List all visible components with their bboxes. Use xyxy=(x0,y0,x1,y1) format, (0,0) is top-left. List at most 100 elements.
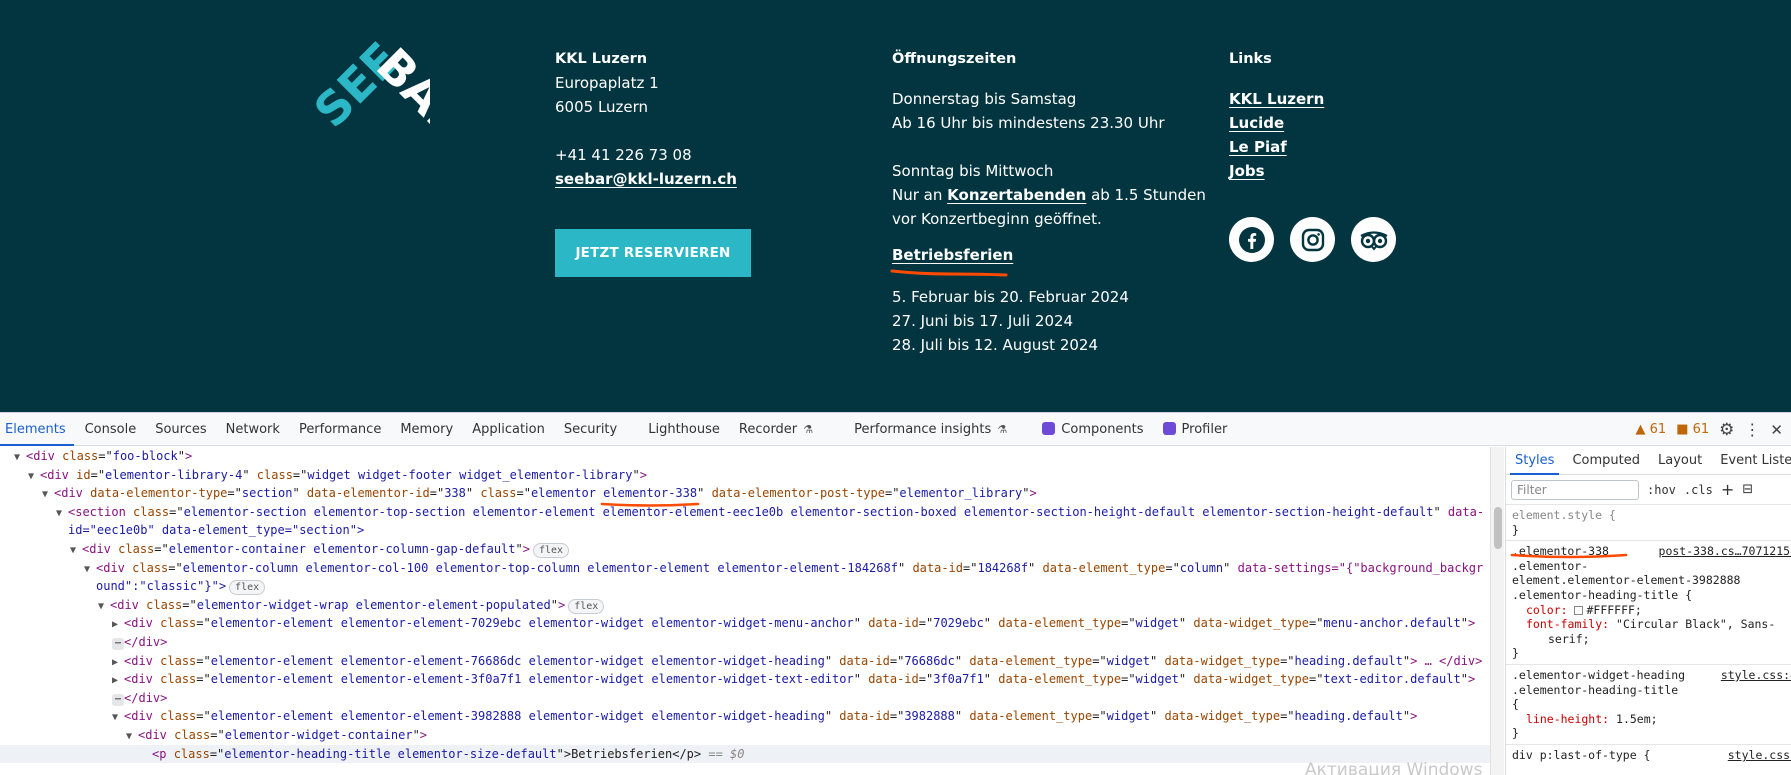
dom-node-line[interactable]: ▶ <div class="elementor-element elementor… xyxy=(0,670,1490,689)
tab-application[interactable]: Application xyxy=(467,413,559,446)
tab-components[interactable]: Components xyxy=(1037,413,1157,446)
dom-node-line[interactable]: <p class="elementor-heading-title elemen… xyxy=(0,744,1490,764)
dom-node-line[interactable]: ▼ <div class="elementor-widget-wrap eleme… xyxy=(0,596,1490,615)
styles-filter-row: Filter :hov .cls + ⊟ xyxy=(1506,475,1791,505)
computed-toggle-icon[interactable]: ⊟ xyxy=(1742,482,1753,497)
issue-count[interactable]: ■ 61 xyxy=(1676,422,1709,437)
hov-toggle[interactable]: :hov xyxy=(1647,483,1676,497)
address-street: Europaplatz 1 xyxy=(555,74,659,92)
color-swatch[interactable] xyxy=(1574,605,1584,615)
link-kkl[interactable]: KKL Luzern xyxy=(1229,90,1324,108)
styles-filter-input[interactable]: Filter xyxy=(1511,479,1639,500)
tab-lighthouse[interactable]: Lighthouse xyxy=(643,413,734,446)
tab-performance-insights[interactable]: Performance insights ⚗ xyxy=(849,413,1037,446)
dom-node-line[interactable]: ▼ <div class="foo-block"> xyxy=(0,447,1490,466)
flex-badge[interactable]: flex xyxy=(568,598,605,614)
dom-node-line[interactable]: ⋯ </div> xyxy=(0,633,1490,652)
style-rule: div p:last-of-type { style.css: xyxy=(1506,745,1791,766)
dom-node-line[interactable]: ⋯ </div> xyxy=(0,689,1490,708)
tab-computed[interactable]: Computed xyxy=(1563,447,1649,475)
react-icon xyxy=(1162,421,1176,435)
tab-sources[interactable]: Sources xyxy=(150,413,220,446)
elements-tree: ▼ <div class="foo-block"> ▼ <div id="elemen… xyxy=(0,447,1490,775)
email-link[interactable]: seebar@kkl-luzern.ch xyxy=(555,170,737,188)
dom-node-line[interactable]: ▼ <div class="elementor-widget-container"… xyxy=(0,726,1490,745)
element-style-rule: element.style { } xyxy=(1506,505,1791,542)
more-menu-icon[interactable]: ⋮ xyxy=(1744,420,1760,439)
close-icon[interactable]: ✕ xyxy=(1770,421,1783,439)
flask-icon: ⚗ xyxy=(997,422,1008,436)
site-footer: SEE BAR KKL Luzern Europaplatz 1 6005 Lu… xyxy=(0,0,1791,412)
tab-security[interactable]: Security xyxy=(559,413,643,446)
styles-tabbar: Styles Computed Layout Event Listene xyxy=(1506,447,1791,475)
dom-node-line[interactable]: id="eec1e0b" data-element_type="section"… xyxy=(0,521,1490,540)
reserve-button[interactable]: JETZT RESERVIEREN xyxy=(555,229,751,277)
holiday-item: 27. Juni bis 17. Juli 2024 xyxy=(892,312,1074,330)
styles-pane: Styles Computed Layout Event Listene Fil… xyxy=(1505,447,1791,775)
address-column: KKL Luzern Europaplatz 1 6005 Luzern +41… xyxy=(555,47,737,191)
address-city: 6005 Luzern xyxy=(555,98,649,116)
tab-network[interactable]: Network xyxy=(221,413,294,446)
style-rule: .elementor-widget-heading style.css:4 .e… xyxy=(1506,665,1791,745)
tab-memory[interactable]: Memory xyxy=(395,413,467,446)
links-title: Links xyxy=(1229,51,1272,67)
tab-layout[interactable]: Layout xyxy=(1649,447,1711,475)
annotation-underline xyxy=(890,269,1008,277)
dom-node-line[interactable]: ▼ <div class="elementor-element elementor… xyxy=(0,707,1490,726)
flex-badge[interactable]: flex xyxy=(229,580,266,596)
hours-days-1: Donnerstag bis Samstag xyxy=(892,90,1077,108)
cls-toggle[interactable]: .cls xyxy=(1684,483,1713,497)
tab-event-listeners[interactable]: Event Listene xyxy=(1711,447,1791,475)
dom-node-line[interactable]: ▶ <div class="elementor-element elementor… xyxy=(0,614,1490,633)
links-column: Links KKL Luzern Lucide Le Piaf Jobs xyxy=(1229,47,1324,183)
flex-badge[interactable]: flex xyxy=(532,542,570,558)
hours-days-2: Sonntag bis Mittwoch xyxy=(892,162,1054,180)
dom-node-line[interactable]: ▼ <div id="elementor-library-4" class="wi… xyxy=(0,466,1490,485)
hours-line-3: vor Konzertbeginn geöffnet. xyxy=(892,210,1102,228)
hours-title: Öffnungszeiten xyxy=(892,51,1017,67)
annotation-underline xyxy=(600,502,700,507)
holidays-title: Betriebsferien xyxy=(892,246,1014,264)
windows-activation-watermark: Активация Windows xyxy=(1305,760,1483,775)
rule-source-link[interactable]: style.css:4 xyxy=(1721,668,1791,683)
link-jobs[interactable]: Jobs xyxy=(1229,162,1265,180)
dom-node-line[interactable]: ound":"classic"}"> flex xyxy=(0,577,1490,596)
phone-number: +41 41 226 73 08 xyxy=(555,146,692,164)
tab-recorder[interactable]: Recorder ⚗ xyxy=(734,413,849,446)
tripadvisor-icon[interactable] xyxy=(1351,217,1396,262)
tab-performance[interactable]: Performance xyxy=(294,413,395,446)
settings-icon[interactable]: ⚙ xyxy=(1719,420,1734,440)
dom-node-line[interactable]: ▼ <div data-elementor-type="section" data… xyxy=(0,484,1490,503)
facebook-icon[interactable] xyxy=(1229,217,1274,262)
hours-column: Öffnungszeiten Donnerstag bis Samstag Ab… xyxy=(892,47,1206,231)
devtools-status: ▲ 61 ■ 61 ⚙ ⋮ ✕ xyxy=(1636,413,1791,446)
address-title: KKL Luzern xyxy=(555,51,648,67)
dom-node-line[interactable]: ▼ <div class="elementor-column elementor-… xyxy=(0,559,1490,578)
react-icon xyxy=(1042,421,1056,435)
holiday-item: 5. Februar bis 20. Februar 2024 xyxy=(892,288,1129,306)
rule-source-link[interactable]: style.css: xyxy=(1728,748,1791,763)
seebar-logo: SEE BAR xyxy=(304,38,430,151)
holiday-item: 28. Juli bis 12. August 2024 xyxy=(892,336,1098,354)
elements-scrollbar[interactable] xyxy=(1490,447,1504,775)
dom-node-line[interactable]: ▼ <section class="elementor-section eleme… xyxy=(0,503,1490,522)
dom-node-line[interactable]: ▼ <div class="elementor-container element… xyxy=(0,540,1490,559)
tab-styles[interactable]: Styles xyxy=(1506,447,1563,475)
tab-elements[interactable]: Elements xyxy=(0,413,80,446)
tab-profiler[interactable]: Profiler xyxy=(1158,413,1242,446)
instagram-icon[interactable] xyxy=(1290,217,1335,262)
new-rule-icon[interactable]: + xyxy=(1721,480,1734,499)
devtools-tabbar: Elements Console Sources Network Perform… xyxy=(0,413,1791,446)
concert-link[interactable]: Konzertabenden xyxy=(947,186,1086,204)
hours-time-1: Ab 16 Uhr bis mindestens 23.30 Uhr xyxy=(892,114,1165,132)
link-lucide[interactable]: Lucide xyxy=(1229,114,1284,132)
tab-console[interactable]: Console xyxy=(80,413,151,446)
flask-icon: ⚗ xyxy=(803,422,814,436)
holidays-list: 5. Februar bis 20. Februar 2024 27. Juni… xyxy=(892,285,1129,357)
devtools-panel: Elements Console Sources Network Perform… xyxy=(0,412,1791,775)
warning-count[interactable]: ▲ 61 xyxy=(1636,422,1667,437)
link-le-piaf[interactable]: Le Piaf xyxy=(1229,138,1287,156)
rule-source-link[interactable]: post-338.cs…70712158 xyxy=(1659,544,1791,559)
annotation-underline xyxy=(1510,553,1628,559)
dom-node-line[interactable]: ▶ <div class="elementor-element elementor… xyxy=(0,652,1490,671)
